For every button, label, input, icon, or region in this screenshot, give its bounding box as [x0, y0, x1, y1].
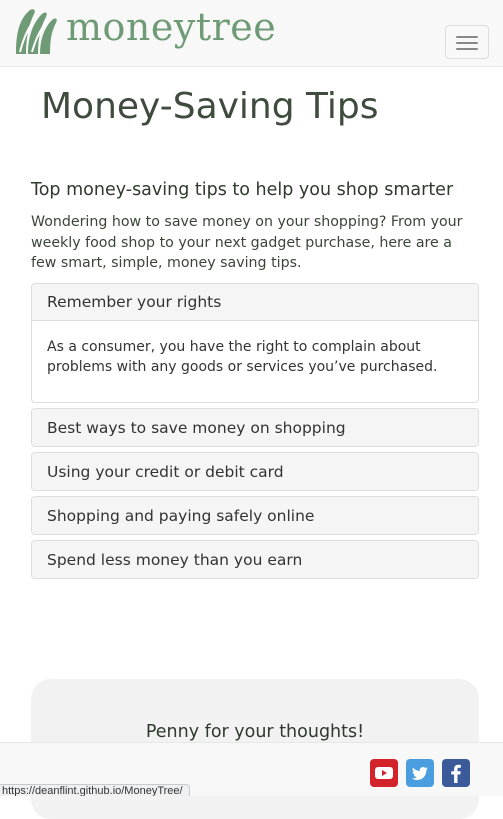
- browser-status-url: https://deanflint.github.io/MoneyTree/: [0, 784, 190, 796]
- accordion-panel: Using your credit or debit card: [31, 452, 479, 491]
- menu-toggle-button[interactable]: [445, 25, 489, 59]
- accordion-header-spend-less[interactable]: Spend less money than you earn: [32, 541, 478, 578]
- accordion-header-credit-debit-card[interactable]: Using your credit or debit card: [32, 453, 478, 490]
- facebook-icon: [451, 764, 461, 783]
- page-title: Money-Saving Tips: [41, 86, 379, 127]
- navbar: moneytree: [0, 0, 503, 67]
- youtube-link[interactable]: [370, 759, 398, 787]
- section-heading: Top money-saving tips to help you shop s…: [31, 180, 454, 200]
- penny-title: Penny for your thoughts!: [145, 722, 365, 742]
- twitter-icon: [411, 767, 428, 780]
- accordion-header-remember-your-rights[interactable]: Remember your rights: [32, 284, 478, 321]
- hamburger-menu-icon: [456, 42, 478, 44]
- accordion-panel: Remember your rights As a consumer, you …: [31, 283, 479, 403]
- hamburger-menu-icon: [456, 36, 478, 38]
- brand-link[interactable]: moneytree: [14, 4, 276, 58]
- hamburger-menu-icon: [456, 48, 478, 50]
- brand-name: moneytree: [66, 5, 277, 49]
- twitter-link[interactable]: [406, 759, 434, 787]
- tips-accordion: Remember your rights As a consumer, you …: [31, 283, 479, 584]
- accordion-body: As a consumer, you have the right to com…: [47, 339, 438, 375]
- accordion-header-best-ways-to-save[interactable]: Best ways to save money on shopping: [32, 409, 478, 446]
- accordion-panel: Best ways to save money on shopping: [31, 408, 479, 447]
- leaf-logo-icon: [16, 9, 57, 55]
- accordion-header-shopping-safely-online[interactable]: Shopping and paying safely online: [32, 497, 478, 534]
- facebook-link[interactable]: [442, 759, 470, 787]
- accordion-panel: Shopping and paying safely online: [31, 496, 479, 535]
- accordion-panel: Spend less money than you earn: [31, 540, 479, 579]
- youtube-icon: [375, 767, 393, 779]
- intro-text: Wondering how to save money on your shop…: [31, 214, 463, 271]
